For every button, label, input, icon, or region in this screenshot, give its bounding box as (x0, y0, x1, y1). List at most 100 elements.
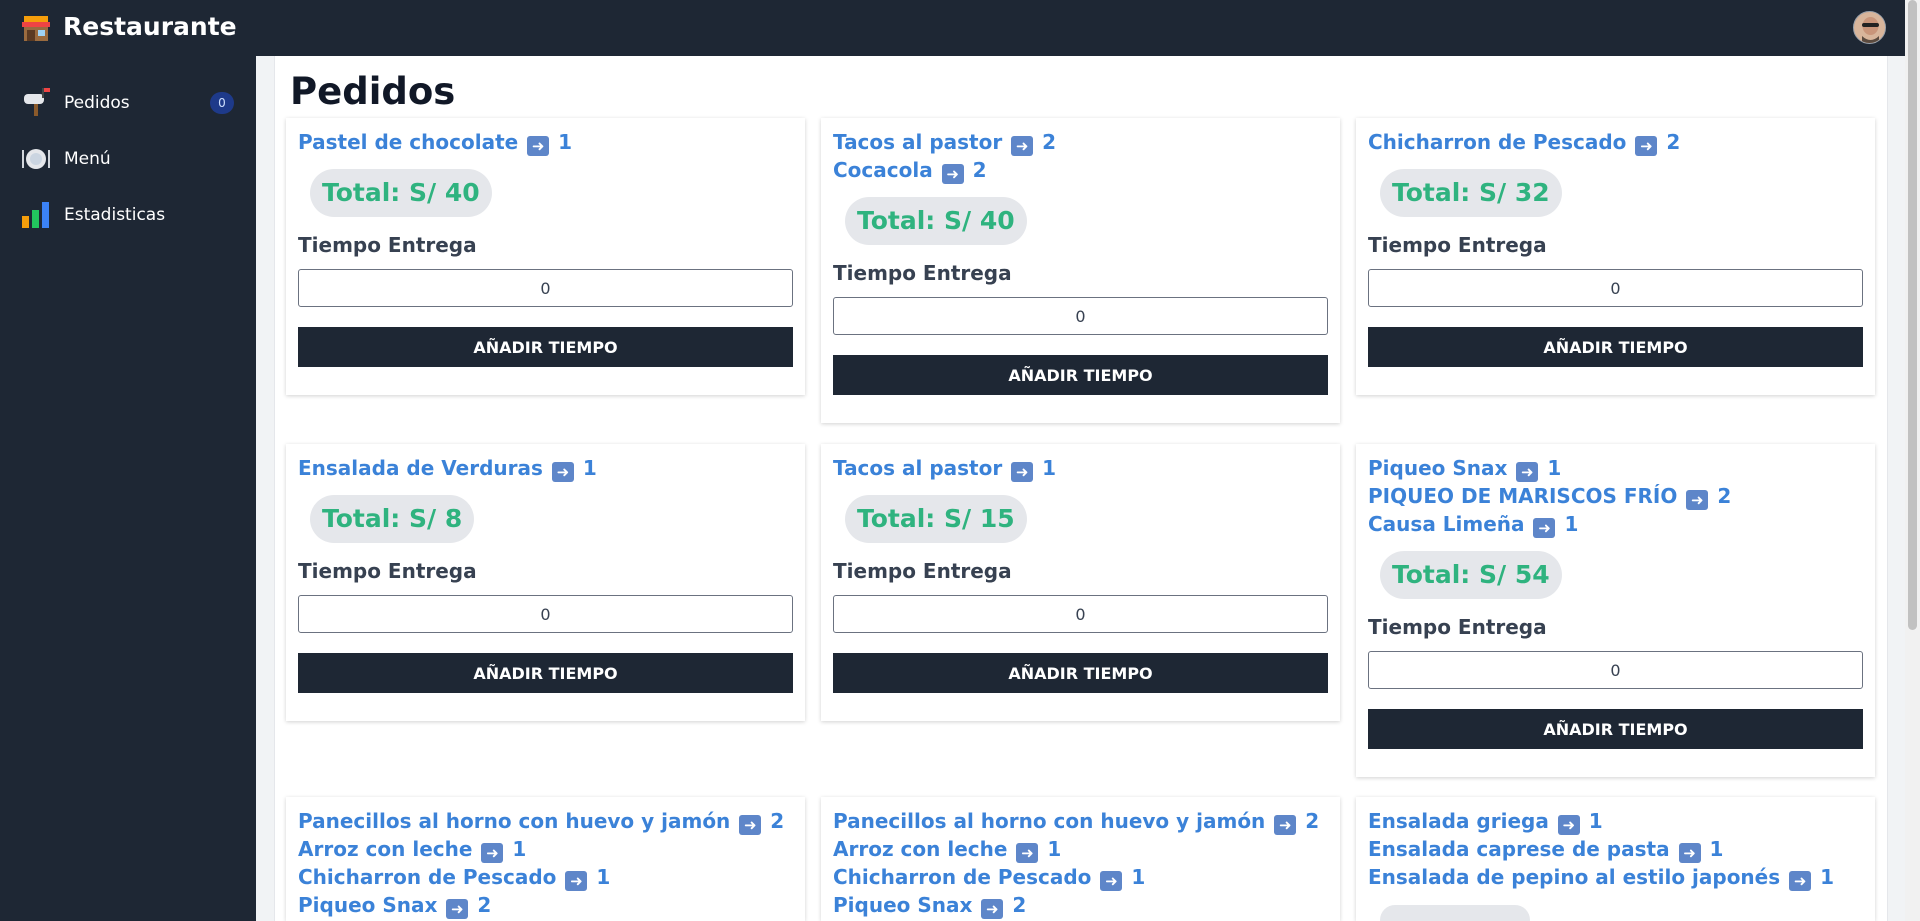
order-total-partial (1380, 905, 1530, 921)
order-item[interactable]: Panecillos al horno con huevo y jamón ➜ … (833, 807, 1319, 835)
sidebar-item-label: Pedidos (64, 93, 130, 113)
order-card: Pastel de chocolate ➜ 1 Total: S/ 40 Tie… (286, 118, 805, 395)
order-item[interactable]: Piqueo Snax ➜ 2 (833, 891, 1319, 919)
item-name: Causa Limeña (1368, 512, 1525, 536)
sidebar-item-estadisticas[interactable]: Estadisticas (0, 190, 256, 240)
pedidos-count-badge: 0 (210, 92, 234, 114)
add-time-button[interactable]: AÑADIR TIEMPO (1368, 327, 1863, 367)
order-item[interactable]: Tacos al pastor ➜ 2 (833, 128, 1056, 156)
add-time-button[interactable]: AÑADIR TIEMPO (833, 355, 1328, 395)
item-name: Piqueo Snax (833, 893, 973, 917)
arrow-right-icon: ➜ (941, 164, 964, 184)
item-name: Pastel de chocolate (298, 130, 519, 154)
item-name: Tacos al pastor (833, 456, 1003, 480)
delivery-time-input[interactable] (298, 269, 793, 307)
order-item[interactable]: Chicharron de Pescado ➜ 2 (1368, 128, 1680, 156)
sidebar-item-menu[interactable]: Menú (0, 134, 256, 184)
order-card: Ensalada griega ➜ 1 Ensalada caprese de … (1356, 797, 1875, 921)
arrow-right-icon: ➜ (1100, 871, 1123, 891)
delivery-time-label: Tiempo Entrega (833, 559, 1012, 583)
delivery-time-input[interactable] (833, 297, 1328, 335)
sidebar: Pedidos 0 Menú Estadisticas (0, 56, 256, 921)
order-item[interactable]: Chicharron de Pescado ➜ 1 (298, 863, 784, 891)
item-quantity: 2 (972, 158, 987, 182)
order-item[interactable]: Piqueo Snax ➜ 1 (1368, 454, 1731, 482)
item-quantity: 1 (1042, 456, 1057, 480)
sidebar-item-pedidos[interactable]: Pedidos 0 (0, 78, 256, 128)
user-avatar[interactable] (1853, 11, 1886, 44)
delivery-time-input[interactable] (298, 595, 793, 633)
top-bar: Restaurante (0, 0, 1920, 56)
arrow-right-icon: ➜ (1274, 815, 1297, 835)
delivery-time-input[interactable] (1368, 651, 1863, 689)
item-quantity: 2 (770, 809, 785, 833)
item-quantity: 2 (477, 893, 492, 917)
order-card: Tacos al pastor ➜ 2 Cocacola ➜ 2 Total: … (821, 118, 1340, 423)
order-card: Ensalada de Verduras ➜ 1 Total: S/ 8 Tie… (286, 444, 805, 721)
order-item[interactable]: Ensalada griega ➜ 1 (1368, 807, 1834, 835)
item-quantity: 1 (512, 837, 527, 861)
order-item[interactable]: Ensalada de pepino al estilo japonés ➜ 1 (1368, 863, 1834, 891)
order-total: Total: S/ 32 (1380, 169, 1562, 217)
order-card: Tacos al pastor ➜ 1 Total: S/ 15 Tiempo … (821, 444, 1340, 721)
add-time-button[interactable]: AÑADIR TIEMPO (833, 653, 1328, 693)
item-name: PIQUEO DE MARISCOS FRÍO (1368, 484, 1678, 508)
item-name: Chicharron de Pescado (298, 865, 557, 889)
arrow-right-icon: ➜ (981, 899, 1004, 919)
item-quantity: 1 (1709, 837, 1724, 861)
order-item[interactable]: Causa Limeña ➜ 1 (1368, 510, 1731, 538)
order-items: Tacos al pastor ➜ 2 Cocacola ➜ 2 (833, 128, 1056, 184)
page-scrollbar[interactable] (1905, 0, 1920, 921)
order-card: Panecillos al horno con huevo y jamón ➜ … (821, 797, 1340, 921)
add-time-button[interactable]: AÑADIR TIEMPO (298, 327, 793, 367)
delivery-time-label: Tiempo Entrega (1368, 233, 1547, 257)
item-quantity: 1 (1588, 809, 1603, 833)
order-card: Piqueo Snax ➜ 1 PIQUEO DE MARISCOS FRÍO … (1356, 444, 1875, 777)
order-item[interactable]: Cocacola ➜ 2 (833, 156, 1056, 184)
item-quantity: 1 (1564, 512, 1579, 536)
arrow-right-icon: ➜ (1789, 871, 1812, 891)
order-item[interactable]: Ensalada de Verduras ➜ 1 (298, 454, 597, 482)
item-name: Panecillos al horno con huevo y jamón (298, 809, 731, 833)
item-quantity: 1 (596, 865, 611, 889)
arrow-right-icon: ➜ (1678, 843, 1701, 863)
order-item[interactable]: Chicharron de Pescado ➜ 1 (833, 863, 1319, 891)
item-quantity: 2 (1042, 130, 1057, 154)
delivery-time-input[interactable] (833, 595, 1328, 633)
arrow-right-icon: ➜ (1533, 518, 1556, 538)
order-item[interactable]: Piqueo Snax ➜ 2 (298, 891, 784, 919)
item-quantity: 1 (1547, 456, 1562, 480)
order-items: Pastel de chocolate ➜ 1 (298, 128, 572, 156)
order-items: Chicharron de Pescado ➜ 2 (1368, 128, 1680, 156)
mailbox-icon (24, 88, 50, 116)
item-name: Chicharron de Pescado (1368, 130, 1627, 154)
arrow-right-icon: ➜ (1016, 843, 1039, 863)
order-item[interactable]: Tacos al pastor ➜ 1 (833, 454, 1056, 482)
scrollbar-thumb[interactable] (1908, 0, 1917, 630)
item-quantity: 2 (1012, 893, 1027, 917)
item-name: Ensalada de Verduras (298, 456, 543, 480)
order-total: Total: S/ 40 (310, 169, 492, 217)
arrow-right-icon: ➜ (1516, 462, 1539, 482)
delivery-time-input[interactable] (1368, 269, 1863, 307)
order-item[interactable]: PIQUEO DE MARISCOS FRÍO ➜ 2 (1368, 482, 1731, 510)
order-item[interactable]: Pastel de chocolate ➜ 1 (298, 128, 572, 156)
restaurant-storefront-icon (22, 16, 50, 41)
order-item[interactable]: Arroz con leche ➜ 1 (298, 835, 784, 863)
order-item[interactable]: Arroz con leche ➜ 1 (833, 835, 1319, 863)
order-total: Total: S/ 8 (310, 495, 475, 543)
item-name: Cocacola (833, 158, 933, 182)
order-item[interactable]: Ensalada caprese de pasta ➜ 1 (1368, 835, 1834, 863)
add-time-button[interactable]: AÑADIR TIEMPO (1368, 709, 1863, 749)
delivery-time-label: Tiempo Entrega (298, 559, 477, 583)
add-time-button[interactable]: AÑADIR TIEMPO (298, 653, 793, 693)
sidebar-item-label: Menú (64, 149, 111, 169)
arrow-right-icon: ➜ (1557, 815, 1580, 835)
arrow-right-icon: ➜ (1011, 136, 1034, 156)
sidebar-item-label: Estadisticas (64, 205, 166, 225)
arrow-right-icon: ➜ (739, 815, 762, 835)
order-item[interactable]: Panecillos al horno con huevo y jamón ➜ … (298, 807, 784, 835)
item-quantity: 1 (1047, 837, 1062, 861)
arrow-right-icon: ➜ (551, 462, 574, 482)
delivery-time-label: Tiempo Entrega (1368, 615, 1547, 639)
